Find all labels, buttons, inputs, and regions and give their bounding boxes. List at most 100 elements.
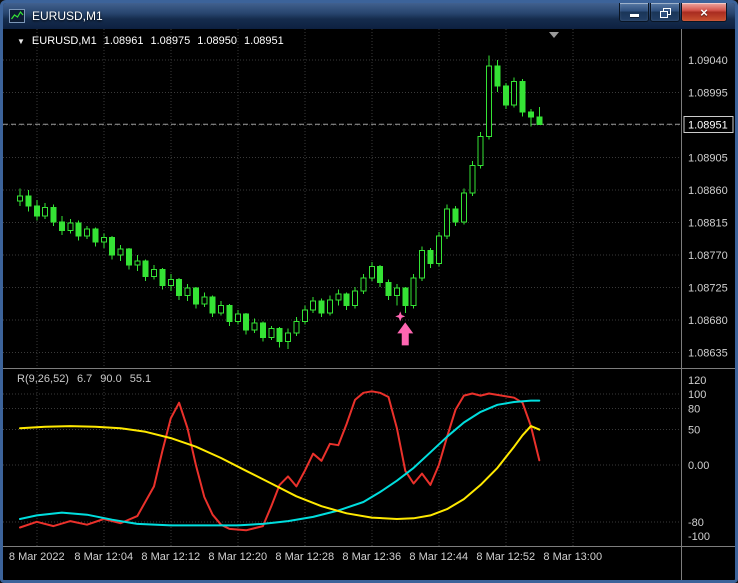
ohlc-high: 1.08975 <box>150 35 191 47</box>
candle-bear <box>519 81 526 113</box>
candle-bull <box>285 332 291 343</box>
buy-arrow[interactable] <box>397 322 414 346</box>
time-axis-label: 8 Mar 12:12 <box>141 551 200 563</box>
indicator-line-yellow <box>19 425 541 520</box>
candle-bull <box>460 192 467 223</box>
indicator-tick-label: 120 <box>688 375 706 387</box>
candle-bull <box>293 320 300 334</box>
indicator-value-yellow: 55.1 <box>129 373 152 385</box>
candle-bull <box>360 277 367 292</box>
candle-bull <box>218 305 224 314</box>
candle-bull <box>335 293 342 301</box>
indicator-value-red: 6.7 <box>76 373 93 385</box>
candle-bull <box>410 277 417 307</box>
window-titlebar[interactable]: EURUSD,M1 × <box>3 3 735 29</box>
candle-bear <box>125 248 132 266</box>
candle-bear <box>25 195 32 207</box>
price-tick-label: 1.08770 <box>688 250 728 262</box>
candle-bull <box>326 299 333 314</box>
indicator-tick-label: -80 <box>688 517 704 529</box>
chart-client-area: 1.09040 1.08995 1.08950 1.08905 1.08860 1.088… <box>3 29 735 580</box>
time-axis-label: 8 Mar 2022 <box>9 551 65 563</box>
chart-window: EURUSD,M1 × 1.09040 1.08995 1.08950 1.08905… <box>0 0 738 583</box>
price-tick-label: 1.09040 <box>688 55 728 67</box>
time-axis-label: 8 Mar 12:52 <box>476 551 535 563</box>
candle-bear <box>452 208 459 223</box>
candle-bear <box>343 293 350 307</box>
candle-bear <box>58 221 65 231</box>
candle-bull <box>301 309 308 322</box>
candle-bull <box>477 136 484 166</box>
price-tick-label: 1.08860 <box>688 185 728 197</box>
price-tick-label: 1.08725 <box>688 283 728 295</box>
candle-bear <box>33 205 40 217</box>
candle-bull <box>251 322 258 331</box>
current-price-label: 1.08951 <box>688 119 728 131</box>
candle-bear <box>385 281 392 296</box>
candle-bull <box>184 287 191 296</box>
candle-bull <box>352 290 358 307</box>
indicator-tick-label: 80 <box>688 403 700 415</box>
candle-bear <box>243 313 250 331</box>
price-tick-label: 1.08680 <box>688 315 728 327</box>
indicator-name: R(9,26,52) <box>17 373 69 385</box>
one-click-trading-arrow[interactable]: ▼ <box>17 37 25 46</box>
close-icon: × <box>700 4 708 20</box>
window-title: EURUSD,M1 <box>32 9 103 23</box>
candle-bull <box>268 328 275 338</box>
minimize-icon <box>629 14 639 17</box>
window-icon[interactable] <box>9 9 25 23</box>
candle-bull <box>167 279 174 286</box>
candle-bear <box>536 116 543 125</box>
close-button[interactable]: × <box>681 3 727 22</box>
candle-bear <box>226 305 233 322</box>
candle-bull <box>201 296 208 305</box>
chart-shift-marker[interactable] <box>549 32 559 38</box>
window-controls: × <box>618 3 727 22</box>
candle-bull <box>419 250 425 279</box>
candle-bear <box>192 287 199 305</box>
candle-bull <box>511 81 518 106</box>
candle-bear <box>527 111 534 118</box>
candle-bear <box>427 250 434 265</box>
chart-plot[interactable]: 1.09040 1.08995 1.08950 1.08905 1.08860 1.088… <box>3 29 735 580</box>
restore-button[interactable] <box>650 3 680 22</box>
time-axis-label: 8 Mar 12:04 <box>74 551 133 563</box>
indicator-value-cyan: 90.0 <box>100 373 122 385</box>
candle-bear <box>502 85 509 106</box>
candle-bull <box>234 313 241 322</box>
candle-bear <box>377 266 384 283</box>
candle-bull <box>67 222 74 231</box>
indicator-tick-label: 0.00 <box>688 460 709 472</box>
candle-bear <box>109 237 116 256</box>
restore-icon <box>659 7 671 18</box>
candle-bull <box>134 260 141 266</box>
price-tick-label: 1.08815 <box>688 218 728 230</box>
candle-bull <box>486 65 492 138</box>
time-axis-label: 8 Mar 13:00 <box>543 551 602 563</box>
candle-bear <box>50 206 57 223</box>
candle-bear <box>276 328 283 343</box>
candle-bull <box>310 300 317 311</box>
chart-ohlc-label: ▼ EURUSD,M1 1.08961 1.08975 1.08950 1.08… <box>17 35 284 47</box>
time-axis-label: 8 Mar 12:44 <box>409 551 468 563</box>
time-axis-label: 8 Mar 12:36 <box>342 551 401 563</box>
time-axis-label: 8 Mar 12:20 <box>208 551 267 563</box>
ohlc-close: 1.08951 <box>244 35 284 47</box>
chart-symbol-period: EURUSD,M1 <box>31 35 97 47</box>
price-tick-label: 1.08635 <box>688 348 728 360</box>
indicator-line-red <box>19 390 541 532</box>
candle-bear <box>142 260 149 278</box>
candle-bear <box>318 300 325 314</box>
candle-bull <box>435 235 442 265</box>
indicator-tick-label: 100 <box>688 389 706 401</box>
candle-bull <box>117 248 124 256</box>
indicator-tick-label: 50 <box>688 425 700 437</box>
candle-bull <box>151 268 157 278</box>
candle-bear <box>176 279 183 296</box>
minimize-button[interactable] <box>619 3 649 22</box>
indicator-tick-label: -100 <box>688 531 710 543</box>
candle-bull <box>368 266 375 279</box>
candle-bull <box>444 208 451 237</box>
candle-bear <box>92 228 99 243</box>
